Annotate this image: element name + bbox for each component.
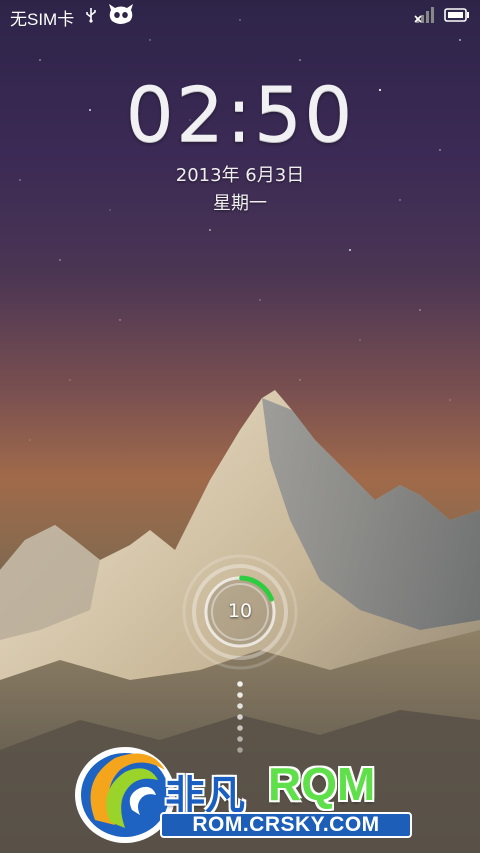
cyanogen-mascot-icon [108, 3, 134, 31]
lockscreen-date: 2013年 6月3日 [175, 165, 305, 186]
watermark-url: ROM.CRSKY.COM [160, 812, 412, 838]
no-signal-icon [414, 6, 436, 29]
battery-icon [444, 7, 470, 28]
lockscreen-weekday: 星期一 [213, 193, 267, 214]
status-bar: 无SIM卡 [0, 0, 480, 34]
watermark-brand-en: RQM [268, 758, 376, 810]
usb-icon [84, 7, 98, 28]
carrier-label: 无SIM卡 [10, 9, 75, 29]
unlock-handle[interactable]: 10 [180, 552, 300, 672]
unlock-count: 10 [227, 600, 253, 622]
lockscreen-clock: 02:50 [125, 70, 355, 159]
